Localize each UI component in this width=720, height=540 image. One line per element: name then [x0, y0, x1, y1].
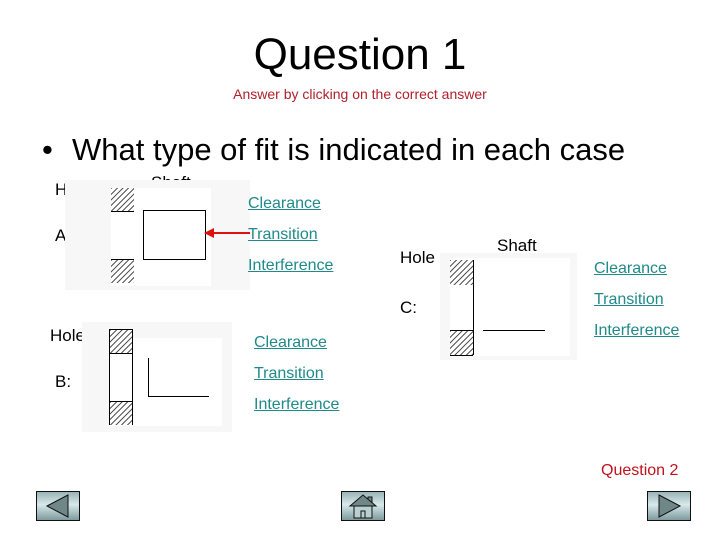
hole-wall-bottom [450, 330, 473, 356]
case-a-option-transition[interactable]: Transition [248, 225, 318, 245]
shaft-rect [143, 210, 206, 260]
diagram-c [440, 253, 577, 360]
case-b-option-clearance[interactable]: Clearance [254, 333, 327, 353]
case-a-option-interference[interactable]: Interference [248, 256, 333, 276]
question-label: What type of fit is indicated in each ca… [72, 132, 626, 167]
case-c-option-interference[interactable]: Interference [594, 321, 679, 341]
diagram-b [82, 322, 232, 432]
home-button[interactable] [341, 491, 385, 521]
case-b-option-interference[interactable]: Interference [254, 395, 339, 415]
hole-wall-bottom [111, 259, 134, 283]
hole-label: Hole [50, 326, 85, 345]
question-text: • What type of fit is indicated in each c… [42, 130, 625, 170]
hole-edge-line [473, 260, 474, 355]
hole-wall-top [450, 260, 473, 285]
bullet-icon: • [42, 132, 53, 167]
case-a-option-clearance[interactable]: Clearance [248, 194, 321, 214]
hole-label: Hole [400, 248, 435, 267]
arrow-icon [204, 228, 250, 238]
case-c-option-transition[interactable]: Transition [594, 290, 664, 310]
back-button[interactable] [36, 491, 80, 521]
case-label: B: [55, 372, 72, 391]
instruction-text: Answer by clicking on the correct answer [233, 86, 487, 102]
case-b-option-transition[interactable]: Transition [254, 364, 324, 384]
forward-button[interactable] [647, 491, 691, 521]
triangle-left-icon [45, 494, 69, 518]
next-question-link[interactable]: Question 2 [601, 462, 678, 480]
page-title: Question 1 [253, 30, 467, 79]
hole-wall-bottom [110, 401, 132, 425]
shaft-outline [148, 358, 209, 397]
shaft-line [483, 330, 545, 331]
hole-wall-top [110, 330, 132, 354]
triangle-right-icon [658, 494, 682, 518]
case-c-option-clearance[interactable]: Clearance [594, 259, 667, 279]
case-label: C: [400, 298, 417, 317]
hole-wall-top [111, 188, 134, 212]
house-icon [348, 494, 378, 519]
